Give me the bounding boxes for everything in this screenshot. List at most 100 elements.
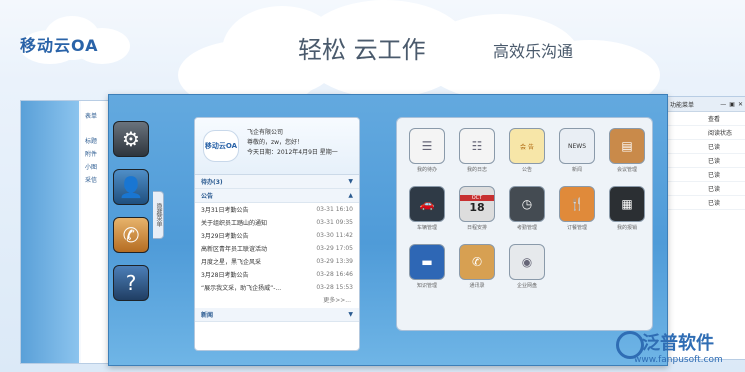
print-icon[interactable]: ▣	[729, 101, 735, 108]
news-tile-text: NEWS	[567, 142, 587, 150]
app-notice[interactable]: 会 告公告	[507, 128, 547, 173]
user-icon[interactable]: 👤	[113, 169, 149, 205]
disk-icon: ◉	[509, 244, 545, 280]
app-calendar-list[interactable]: ☷ 我的日志	[457, 128, 497, 173]
list-item[interactable]: 月度之星，黑飞企风采 03-29 13:39	[195, 255, 359, 268]
table-row[interactable]: 已读	[666, 154, 745, 168]
app-label: 新闻	[571, 167, 582, 173]
notice-date: 03-28 15:53	[316, 284, 353, 291]
panel-logo: 移动云OA	[203, 130, 239, 162]
list-item[interactable]: 高新区青年员工联谊活动 03-29 17:05	[195, 242, 359, 255]
notice-title: 3月29日考勤公告	[201, 233, 249, 240]
left-window-sidebar	[21, 101, 79, 363]
settings-gear-icon[interactable]: ⚙	[113, 121, 149, 157]
back-window-left: 表单 标题 附件 小图 采信	[20, 100, 112, 364]
watermark-url: www.fanpusoft.com	[634, 355, 723, 365]
notice-title: “展示我文采，助飞企扬威”-...	[201, 285, 282, 292]
main-window: ⚙ 👤 ✆ ? 隐藏菜单 移动云OA 飞企有限公司 尊敬的，zw，您好！ 今天日…	[108, 94, 668, 366]
section-news-label: 新闻	[201, 312, 214, 319]
right-window-header: 查看	[666, 112, 745, 126]
app-dining[interactable]: 🍴 订餐管理	[557, 186, 597, 231]
watermark-name: 泛普软件	[642, 333, 714, 354]
more-link[interactable]: 更多>>...	[195, 294, 359, 308]
section-notice[interactable]: 公告 ▲	[195, 189, 359, 203]
sidebar-icons: ⚙ 👤 ✆ ?	[113, 121, 153, 313]
address-book-icon: ✆	[459, 244, 495, 280]
close-icon[interactable]: ✕	[738, 101, 745, 108]
chevron-up-icon[interactable]: ▲	[348, 192, 353, 199]
calculator-icon: ▦	[609, 186, 645, 222]
table-row: 阅读状态	[666, 126, 745, 140]
slogan: 轻松 云工作	[298, 36, 426, 64]
table-row[interactable]: 已读	[666, 196, 745, 210]
greeting: 尊敬的，zw，您好！	[247, 139, 304, 146]
list-item[interactable]: 3月29日考勤公告 03-30 11:42	[195, 229, 359, 242]
brand-name: 移动云OA	[20, 36, 99, 55]
calendar-icon: OCT 18	[459, 186, 495, 222]
info-panel: 移动云OA 飞企有限公司 尊敬的，zw，您好！ 今天日期：2012年4月9日 星…	[194, 117, 360, 351]
right-window-menu[interactable]: 功能菜单	[670, 100, 694, 109]
meeting-icon: ▤	[609, 128, 645, 164]
list-item[interactable]: 关于组织员工踏山的通知 03-31 09:35	[195, 216, 359, 229]
app-meeting[interactable]: ▤ 会议管理	[607, 128, 647, 173]
notice-date: 03-29 13:39	[316, 258, 353, 265]
left-window-item[interactable]: 标题	[81, 120, 111, 145]
left-window-column: 表单 标题 附件 小图 采信	[81, 101, 111, 363]
app-calculator[interactable]: ▦ 我的报销	[607, 186, 647, 231]
app-label: 考勤管理	[516, 225, 537, 231]
left-window-item[interactable]: 附件	[81, 145, 111, 158]
app-label: 知识管理	[416, 283, 437, 289]
section-todo[interactable]: 待办(3) ▼	[195, 175, 359, 189]
app-folder[interactable]: ▬ 知识管理	[407, 244, 447, 289]
slogan-secondary: 高效乐沟通	[493, 42, 574, 61]
list-item[interactable]: 3月31日考勤公告 03-31 16:10	[195, 203, 359, 216]
phone-book-icon[interactable]: ✆	[113, 217, 149, 253]
today-date: 今天日期：2012年4月9日 星期一	[247, 149, 338, 156]
left-window-title: 表单	[85, 113, 98, 120]
hide-menu-tab[interactable]: 隐藏菜单	[153, 191, 164, 239]
app-label: 订餐管理	[566, 225, 587, 231]
app-label: 车辆管理	[416, 225, 437, 231]
table-row[interactable]: 已读	[666, 140, 745, 154]
minimize-icon[interactable]: —	[720, 101, 726, 108]
app-clock[interactable]: ◷ 考勤管理	[507, 186, 547, 231]
section-news[interactable]: 新闻 ▼	[195, 308, 359, 322]
app-label: 会议管理	[616, 167, 637, 173]
back-window-right: 功能菜单 — ▣ ✕ 查看 阅读状态 已读 已读 已读 已读 已读	[665, 96, 745, 360]
left-window-item[interactable]: 采信	[81, 171, 111, 184]
section-notice-label: 公告	[201, 193, 214, 200]
app-checklist[interactable]: ☰ 我的待办	[407, 128, 447, 173]
right-window-toolbar: 功能菜单 — ▣ ✕	[666, 97, 745, 112]
table-row[interactable]: 已读	[666, 168, 745, 182]
brand-logo: 移动云OA	[14, 14, 130, 66]
app-news[interactable]: NEWS 新闻	[557, 128, 597, 173]
notice-title: 月度之星，黑飞企风采	[201, 259, 262, 266]
notice-icon: 会 告	[509, 128, 545, 164]
table-row[interactable]: 已读	[666, 182, 745, 196]
app-label: 企业网盘	[516, 283, 537, 289]
dining-icon: 🍴	[559, 186, 595, 222]
notice-title: 3月28日考勤公告	[201, 272, 249, 279]
notice-date: 03-31 09:35	[316, 219, 353, 226]
calendar-day: 18	[469, 200, 485, 214]
app-address-book[interactable]: ✆ 通讯录	[457, 244, 497, 289]
left-window-item[interactable]: 小图	[81, 158, 111, 171]
app-disk[interactable]: ◉ 企业网盘	[507, 244, 547, 289]
chevron-down-icon[interactable]: ▼	[348, 178, 353, 185]
folder-icon: ▬	[409, 244, 445, 280]
news-icon: NEWS	[559, 128, 595, 164]
app-calendar[interactable]: OCT 18 日程安排	[457, 186, 497, 231]
app-label: 公告	[521, 167, 532, 173]
list-item[interactable]: “展示我文采，助飞企扬威”-... 03-28 15:53	[195, 281, 359, 294]
clock-icon: ◷	[509, 186, 545, 222]
notice-date: 03-29 17:05	[316, 245, 353, 252]
calendar-list-icon: ☷	[459, 128, 495, 164]
app-label: 通讯录	[469, 283, 485, 289]
app-label: 我的待办	[416, 167, 437, 173]
chevron-down-icon[interactable]: ▼	[348, 311, 353, 318]
app-car[interactable]: 🚗 车辆管理	[407, 186, 447, 231]
section-todo-label: 待办(3)	[201, 179, 223, 186]
notice-date: 03-30 11:42	[316, 232, 353, 239]
help-icon[interactable]: ?	[113, 265, 149, 301]
list-item[interactable]: 3月28日考勤公告 03-28 16:46	[195, 268, 359, 281]
